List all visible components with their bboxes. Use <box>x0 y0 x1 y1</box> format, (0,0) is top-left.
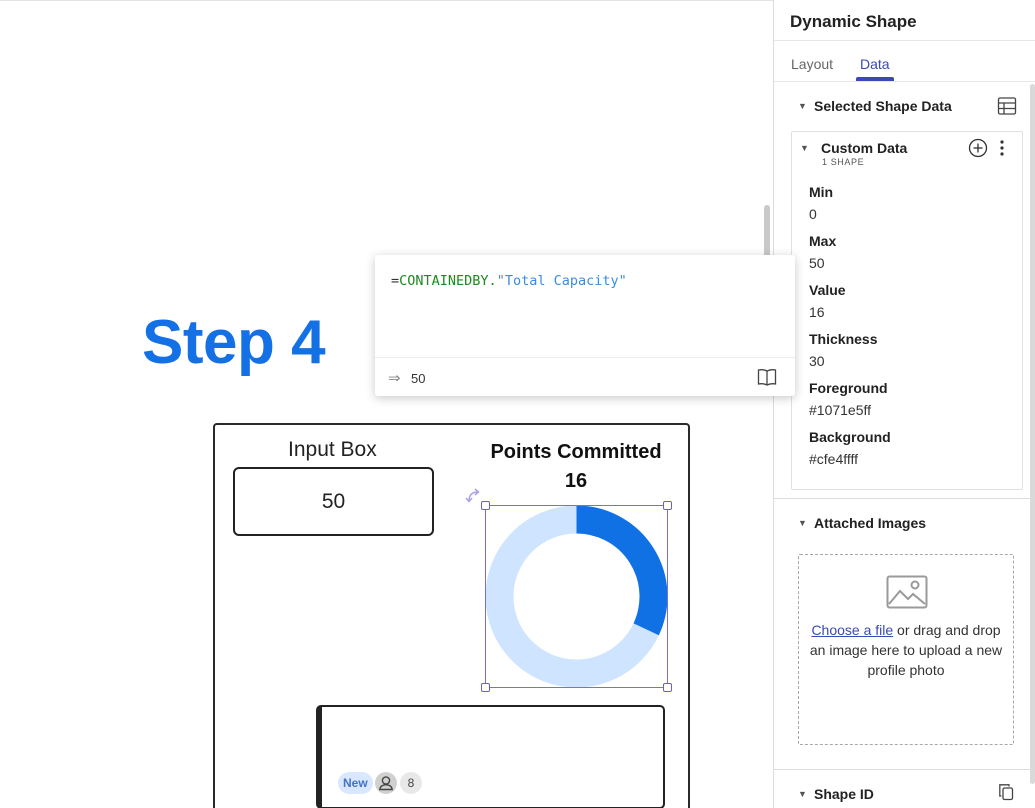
tab-layout[interactable]: Layout <box>791 56 833 72</box>
field-value-background[interactable]: #cfe4ffff <box>809 451 858 467</box>
canvas-scrollbar[interactable] <box>764 205 770 261</box>
input-box[interactable]: 50 <box>233 467 434 536</box>
section-title: Selected Shape Data <box>814 98 952 114</box>
custom-data-card: ▼ Custom Data 1 SHAPE Min 0 Max 50 Value… <box>791 131 1023 490</box>
collapse-triangle-icon[interactable]: ▼ <box>800 143 809 153</box>
field-value-max[interactable]: 50 <box>809 255 825 271</box>
active-tab-indicator <box>856 77 894 81</box>
tab-data[interactable]: Data <box>860 56 890 72</box>
add-field-icon[interactable] <box>968 138 988 158</box>
task-card[interactable] <box>316 705 665 808</box>
image-dropzone[interactable]: Choose a file or drag and drop an image … <box>798 554 1014 745</box>
avatar[interactable] <box>375 772 397 794</box>
properties-panel: Dynamic Shape Layout Data ▼ Selected Sha… <box>773 0 1035 808</box>
choose-file-link[interactable]: Choose a file <box>811 622 893 638</box>
field-label-max: Max <box>809 233 837 249</box>
resize-handle-bl[interactable] <box>481 683 490 692</box>
assignee-count: 8 <box>400 772 422 794</box>
resize-handle-tr[interactable] <box>663 501 672 510</box>
result-arrow-icon: ⇒ <box>388 370 401 387</box>
field-label-thickness: Thickness <box>809 331 878 347</box>
resize-handle-br[interactable] <box>663 683 672 692</box>
table-icon[interactable] <box>997 96 1017 116</box>
field-label-min: Min <box>809 184 834 200</box>
new-badge: New <box>338 772 373 794</box>
input-box-label: Input Box <box>288 438 377 461</box>
image-placeholder-icon <box>886 575 928 609</box>
points-committed-title: Points Committed <box>490 441 662 463</box>
panel-title: Dynamic Shape <box>790 12 917 31</box>
panel-scrollbar[interactable] <box>1030 84 1035 784</box>
formula-string: "Total Capacity" <box>496 273 627 289</box>
canvas[interactable]: Step 4 Input Box 50 Points Committed 16 … <box>0 0 773 808</box>
points-committed-value: 16 <box>564 470 588 492</box>
more-options-icon[interactable] <box>997 138 1007 158</box>
formula-function: CONTAINEDBY. <box>399 273 497 289</box>
section-divider <box>774 769 1035 770</box>
formula-equals: = <box>391 273 400 289</box>
custom-data-title: Custom Data <box>821 140 908 156</box>
section-title: Attached Images <box>814 515 927 531</box>
field-label-value: Value <box>809 282 846 298</box>
field-label-background: Background <box>809 429 891 445</box>
custom-data-subtitle: 1 SHAPE <box>822 157 865 167</box>
copy-icon[interactable] <box>998 783 1014 801</box>
formula-editor[interactable]: =CONTAINEDBY."Total Capacity" <box>391 273 627 289</box>
field-value-thickness[interactable]: 30 <box>809 353 825 369</box>
collapse-triangle-icon: ▼ <box>798 789 807 799</box>
formula-popup[interactable]: =CONTAINEDBY."Total Capacity" ⇒ 50 <box>375 255 795 396</box>
formula-result: 50 <box>411 371 426 386</box>
rotate-icon[interactable] <box>465 487 483 505</box>
selection-box[interactable] <box>485 505 668 688</box>
user-icon <box>378 776 394 791</box>
section-title: Shape ID <box>814 786 874 802</box>
collapse-triangle-icon: ▼ <box>798 518 807 528</box>
field-value-min[interactable]: 0 <box>809 206 817 222</box>
field-value-value[interactable]: 16 <box>809 304 825 320</box>
dropzone-text: Choose a file or drag and drop an image … <box>809 620 1003 680</box>
collapse-triangle-icon: ▼ <box>798 101 807 111</box>
section-divider <box>774 498 1035 499</box>
panel-tabs: Layout Data <box>774 40 1035 82</box>
book-icon[interactable] <box>757 368 777 386</box>
formula-result-bar: ⇒ 50 <box>375 357 795 396</box>
field-label-foreground: Foreground <box>809 380 888 396</box>
step-title: Step 4 <box>142 308 326 377</box>
field-value-foreground[interactable]: #1071e5ff <box>809 402 871 418</box>
